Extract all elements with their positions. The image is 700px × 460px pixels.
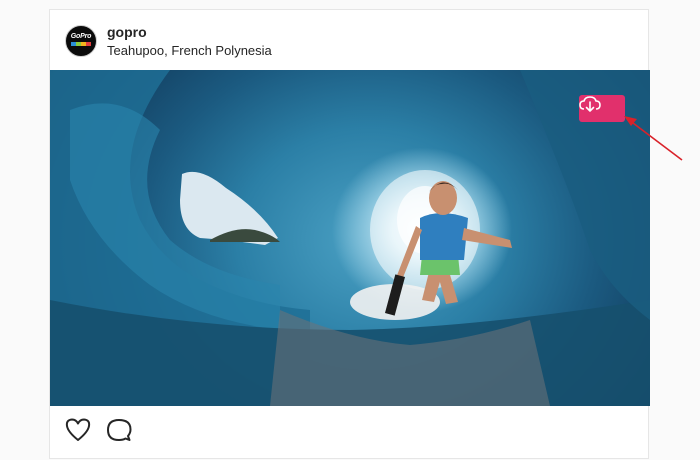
heart-icon[interactable] bbox=[64, 416, 92, 444]
post-video[interactable] bbox=[50, 70, 650, 406]
username-link[interactable]: gopro bbox=[107, 24, 147, 40]
comment-icon[interactable] bbox=[105, 416, 133, 444]
video-frame-illustration bbox=[50, 70, 650, 406]
red-arrow-pointer bbox=[624, 116, 683, 161]
avatar[interactable]: GoPro bbox=[65, 25, 97, 57]
post-actions bbox=[50, 406, 648, 460]
post-header: GoPro gopro Teahupoo, French Polynesia bbox=[50, 10, 648, 70]
post-card: GoPro gopro Teahupoo, French Polynesia bbox=[49, 9, 650, 460]
avatar-logo-strip bbox=[71, 42, 91, 46]
cloud-download-icon bbox=[579, 96, 601, 112]
avatar-logo-text: GoPro bbox=[70, 33, 92, 40]
download-button[interactable] bbox=[579, 95, 625, 122]
location-link[interactable]: Teahupoo, French Polynesia bbox=[107, 43, 272, 58]
